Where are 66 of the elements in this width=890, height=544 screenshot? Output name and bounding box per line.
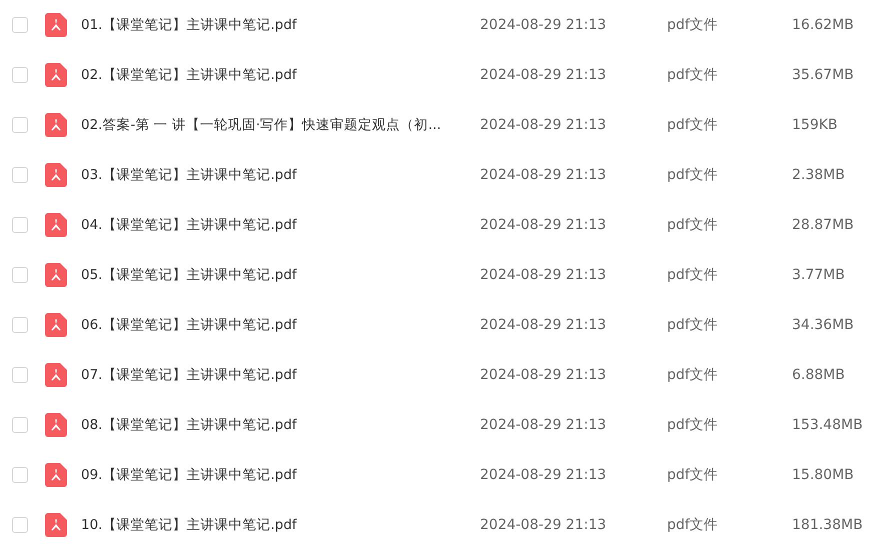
file-name[interactable]: 07.【课堂笔记】主讲课中笔记.pdf [81,366,480,384]
pdf-file-icon [45,413,67,437]
checkbox[interactable] [12,117,28,133]
file-size: 3.77MB [792,267,845,283]
pdf-file-icon [45,363,67,387]
file-name[interactable]: 08.【课堂笔记】主讲课中笔记.pdf [81,416,480,434]
file-name[interactable]: 01.【课堂笔记】主讲课中笔记.pdf [81,16,480,34]
file-size: 153.48MB [792,417,863,433]
file-type: pdf文件 [667,216,719,234]
file-type: pdf文件 [667,66,719,84]
file-name[interactable]: 02.【课堂笔记】主讲课中笔记.pdf [81,66,480,84]
checkbox[interactable] [12,67,28,83]
pdf-file-icon [45,513,67,537]
modified-date: 2024-08-29 21:13 [480,467,608,483]
checkbox[interactable] [12,517,28,533]
pdf-file-icon [45,13,67,37]
modified-date: 2024-08-29 21:13 [480,17,608,33]
file-size: 16.62MB [792,17,854,33]
modified-date: 2024-08-29 21:13 [480,317,608,333]
file-type: pdf文件 [667,366,719,384]
file-name[interactable]: 04.【课堂笔记】主讲课中笔记.pdf [81,216,480,234]
file-size: 2.38MB [792,167,845,183]
file-type: pdf文件 [667,516,719,534]
file-name[interactable]: 10.【课堂笔记】主讲课中笔记.pdf [81,516,480,534]
pdf-file-icon [45,213,67,237]
checkbox[interactable] [12,317,28,333]
pdf-file-icon [45,263,67,287]
file-size: 35.67MB [792,67,854,83]
file-type: pdf文件 [667,466,719,484]
checkbox[interactable] [12,17,28,33]
modified-date: 2024-08-29 21:13 [480,167,608,183]
file-type: pdf文件 [667,416,719,434]
file-size: 34.36MB [792,317,854,333]
checkbox[interactable] [12,267,28,283]
file-type: pdf文件 [667,16,719,34]
checkbox[interactable] [12,417,28,433]
modified-date: 2024-08-29 21:13 [480,117,608,133]
file-type: pdf文件 [667,166,719,184]
pdf-file-icon [45,463,67,487]
file-name[interactable]: 02.答案-第 一 讲【一轮巩固·写作】快速审题定观点（初... [81,116,480,134]
pdf-file-icon [45,313,67,337]
file-size: 159KB [792,117,838,133]
file-type: pdf文件 [667,316,719,334]
file-name[interactable]: 09.【课堂笔记】主讲课中笔记.pdf [81,466,480,484]
modified-date: 2024-08-29 21:13 [480,517,608,533]
file-name[interactable]: 06.【课堂笔记】主讲课中笔记.pdf [81,316,480,334]
checkbox[interactable] [12,217,28,233]
checkbox[interactable] [12,167,28,183]
file-type: pdf文件 [667,266,719,284]
modified-date: 2024-08-29 21:13 [480,67,608,83]
pdf-file-icon [45,163,67,187]
modified-date: 2024-08-29 21:13 [480,267,608,283]
file-size: 181.38MB [792,517,863,533]
file-name[interactable]: 05.【课堂笔记】主讲课中笔记.pdf [81,266,480,284]
pdf-file-icon [45,113,67,137]
file-name[interactable]: 03.【课堂笔记】主讲课中笔记.pdf [81,166,480,184]
file-type: pdf文件 [667,116,719,134]
pdf-file-icon [45,63,67,87]
modified-date: 2024-08-29 21:13 [480,367,608,383]
file-size: 15.80MB [792,467,854,483]
modified-date: 2024-08-29 21:13 [480,417,608,433]
checkbox[interactable] [12,367,28,383]
file-size: 6.88MB [792,367,845,383]
checkbox[interactable] [12,467,28,483]
modified-date: 2024-08-29 21:13 [480,217,608,233]
file-size: 28.87MB [792,217,854,233]
